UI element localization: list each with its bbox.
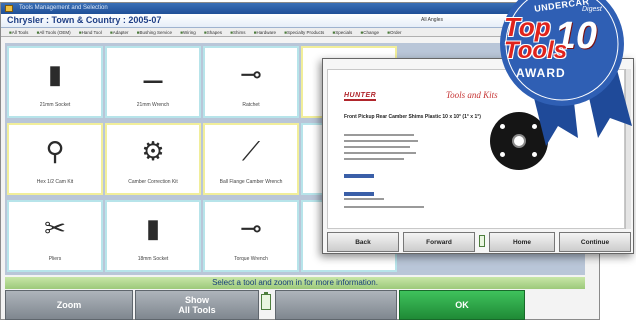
top-10-tools-award: UNDERCAR Digest Top 10 Tools AWARD — [486, 0, 636, 156]
info-link[interactable] — [344, 192, 374, 196]
tool-label: 21mm Socket — [39, 102, 71, 108]
tool-card-camber-kit[interactable]: ⚙ Camber Correction Kit — [105, 123, 201, 195]
hunter-logo: HUNTER — [344, 92, 377, 101]
filter-item[interactable]: Bushing Service — [137, 30, 172, 35]
tool-card-socket-18[interactable]: ▮ 18mm Socket — [105, 200, 201, 272]
tool-label: Ratchet — [242, 102, 260, 108]
tool-label: Ball Flange Camber Wrench — [219, 179, 283, 185]
continue-button[interactable]: Continue — [559, 232, 631, 252]
battery-icon — [261, 292, 271, 310]
socket-icon: ▮ — [145, 213, 161, 243]
window-title: Tools Management and Selection — [19, 5, 108, 11]
tool-card-cam-kit[interactable]: ⚲ Hex 1/2 Cam Kit — [7, 123, 103, 195]
filter-item[interactable]: Wiring — [180, 30, 195, 35]
filter-item[interactable]: Change — [361, 30, 379, 35]
camber-kit-icon: ⚙ — [141, 136, 165, 166]
info-link[interactable] — [344, 174, 374, 178]
pliers-icon: ✂ — [44, 213, 66, 243]
softkey-bar: Zoom Show All Tools OK — [5, 290, 585, 320]
filter-item[interactable]: Hand Tool — [79, 30, 102, 35]
tool-card-torque-wrench[interactable]: ⊸ Torque Wrench — [203, 200, 299, 272]
back-button[interactable]: Back — [327, 232, 399, 252]
forward-button[interactable]: Forward — [403, 232, 475, 252]
filter-item[interactable]: All Tools — [9, 30, 28, 35]
socket-icon: ▮ — [47, 59, 63, 89]
text-line — [344, 158, 404, 160]
text-line — [344, 140, 418, 142]
text-line — [344, 206, 424, 208]
battery-icon — [479, 235, 485, 247]
tool-label: Hex 1/2 Cam Kit — [36, 179, 74, 185]
tool-card-socket[interactable]: ▮ 21mm Socket — [7, 46, 103, 118]
tool-label: 21mm Wrench — [136, 102, 170, 108]
cam-kit-icon: ⚲ — [45, 136, 65, 166]
ok-button[interactable]: OK — [399, 290, 525, 320]
filter-item[interactable]: Specialty Products — [284, 30, 324, 35]
tool-card-ratchet[interactable]: ⊸ Ratchet — [203, 46, 299, 118]
text-line — [344, 134, 414, 136]
hex-key-icon: ⟋ — [241, 136, 261, 166]
tool-card-wrench[interactable]: ⚊ 21mm Wrench — [105, 46, 201, 118]
tool-label: 18mm Socket — [137, 256, 169, 262]
wrench-icon: ⚊ — [141, 59, 165, 89]
torque-wrench-icon: ⊸ — [240, 213, 262, 243]
filter-item[interactable]: Specials — [333, 30, 353, 35]
tools-word: Tools — [504, 37, 568, 64]
tool-label: Torque Wrench — [234, 256, 268, 262]
filter-item[interactable]: Shims — [230, 30, 245, 35]
tool-card-camber-wrench[interactable]: ⟋ Ball Flange Camber Wrench — [203, 123, 299, 195]
app-icon — [5, 5, 13, 12]
digest-text: Digest — [582, 6, 602, 13]
tool-label: Camber Correction Kit — [128, 179, 178, 185]
zoom-button[interactable]: Zoom — [5, 290, 133, 320]
help-nav-bar: Back Forward Home Continue — [327, 232, 631, 252]
award-word: AWARD — [516, 66, 566, 80]
home-button[interactable]: Home — [489, 232, 555, 252]
product-heading: Front Pickup Rear Camber Shims Plastic 1… — [344, 114, 481, 120]
ratchet-icon: ⊸ — [240, 59, 262, 89]
empty-softkey[interactable] — [275, 290, 397, 320]
filter-item[interactable]: Shapes — [204, 30, 222, 35]
text-line — [344, 146, 410, 148]
filter-item[interactable]: Order — [387, 30, 401, 35]
filter-item[interactable]: All Tools (OEM) — [37, 30, 71, 35]
tool-card-pliers[interactable]: ✂ Pliers — [7, 200, 103, 272]
status-message: Select a tool and zoom in for more infor… — [5, 277, 585, 289]
vehicle-title: Chrysler : Town & Country : 2005-07 — [7, 15, 162, 25]
text-line — [344, 152, 416, 154]
filter-item[interactable]: Adapter — [110, 30, 128, 35]
tool-label: Pliers — [48, 256, 62, 262]
text-line — [344, 198, 384, 200]
header-extra: All Angles — [421, 17, 443, 23]
filter-item[interactable]: Hardware — [254, 30, 276, 35]
show-all-tools-button[interactable]: Show All Tools — [135, 290, 259, 320]
